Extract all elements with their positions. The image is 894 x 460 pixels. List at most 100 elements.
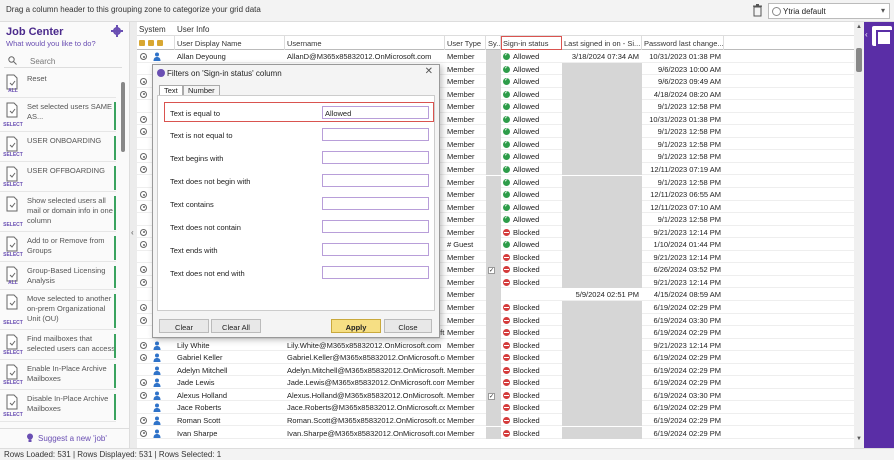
filter-input[interactable] (322, 197, 429, 210)
table-row[interactable]: Lily White Lily.White@M365x85832012.OnMic… (137, 338, 854, 352)
clear-all-button[interactable]: Clear All (211, 319, 261, 333)
sy-cell (486, 75, 501, 88)
user-icon (153, 403, 161, 413)
job-item[interactable]: SELECT USER OFFBOARDING (0, 164, 116, 192)
sy-cell (486, 200, 501, 214)
password-change-cell: 6/19/2024 03:30 PM (653, 315, 721, 325)
user-type-cell: Member (447, 265, 475, 275)
table-row[interactable]: Alexus Holland Alexus.Holland@M365x858320… (137, 388, 854, 402)
filter-form: Text is equal to Allowed Text is not equal… (157, 95, 435, 311)
header-user-type[interactable]: User Type (445, 36, 486, 50)
table-row[interactable]: Roman Scott Roman.Scott@M365x85832012.OnM… (137, 413, 854, 427)
filter-input[interactable]: Allowed (322, 106, 429, 119)
grouping-zone[interactable]: Drag a column header to this grouping zo… (0, 0, 894, 22)
username-cell: Jace.Roberts@M365x85832012.OnMicrosoft.c… (287, 403, 445, 413)
signin-status-cell: Blocked (501, 414, 562, 427)
chevron-down-icon: ▾ (880, 6, 885, 15)
tab-number[interactable]: Number (183, 85, 220, 95)
header-username[interactable]: Username (285, 36, 445, 50)
job-item[interactable]: SELECT Show selected users all mail or do… (0, 194, 116, 232)
header-sy[interactable]: Sy... (486, 36, 501, 50)
close-button[interactable]: Close (384, 319, 432, 333)
sy-cell: ✓ (486, 388, 501, 402)
close-icon[interactable]: ✕ (425, 66, 433, 77)
filter-input[interactable] (322, 220, 429, 233)
header-password-change[interactable]: Password last change... (642, 36, 724, 50)
display-name-cell: Adelyn Mitchell (177, 365, 228, 375)
last-signed-cell (562, 426, 642, 439)
collapse-panel-handle[interactable]: ‹ (130, 22, 137, 448)
table-row[interactable]: Ivan Sharpe Ivan.Sharpe@M365x85832012.OnM… (137, 426, 854, 439)
user-type-cell: Member (447, 227, 475, 237)
suggest-job-label: Suggest a new 'job' (38, 434, 107, 443)
job-item[interactable]: SELECT Move selected to another on-prem O… (0, 292, 116, 330)
table-row[interactable]: Allan Deyoung AllanD@M365x85832012.OnMicr… (137, 50, 854, 63)
job-doc-icon (6, 166, 18, 182)
last-signed-cell (562, 388, 642, 402)
job-item[interactable]: ALL Group-Based Licensing Analysis (0, 264, 116, 290)
filter-input[interactable] (322, 266, 429, 279)
header-display-name[interactable]: User Display Name (175, 36, 285, 50)
gear-icon[interactable] (111, 25, 123, 37)
filter-input[interactable] (322, 243, 429, 256)
filter-input[interactable] (322, 151, 429, 164)
password-change-cell: 6/19/2024 02:29 PM (653, 353, 721, 363)
sy-checkbox[interactable]: ✓ (488, 392, 495, 400)
job-item[interactable]: ALL Reset (0, 72, 116, 98)
user-type-cell: Member (447, 365, 475, 375)
sy-checkbox[interactable]: ✓ (488, 267, 495, 275)
table-row[interactable]: Gabriel Keller Gabriel.Keller@M365x858320… (137, 351, 854, 364)
job-doc-icon (6, 102, 18, 118)
user-icon (153, 353, 161, 363)
search-placeholder: Search (30, 57, 56, 66)
apply-button[interactable]: Apply (331, 319, 381, 333)
trash-icon[interactable] (752, 4, 763, 17)
job-list-scrollbar[interactable] (121, 82, 125, 152)
tab-text[interactable]: Text (159, 85, 183, 95)
job-label: Find mailboxes that selected users can a… (27, 334, 115, 353)
table-row[interactable]: Adelyn Mitchell Adelyn.Mitchell@M365x8583… (137, 363, 854, 377)
job-item[interactable]: SELECT Find mailboxes that selected users… (0, 332, 116, 360)
grid-options-button[interactable] (872, 26, 892, 46)
job-label: Reset (27, 74, 47, 83)
job-item[interactable]: SELECT Enable In-Place Archive Mailboxes (0, 362, 116, 390)
job-tag: SELECT (3, 122, 23, 128)
last-signed-cell (562, 363, 642, 377)
filter-input[interactable] (322, 128, 429, 141)
job-tag: SELECT (3, 182, 23, 188)
table-row[interactable]: Jade Lewis Jade.Lewis@M365x85832012.OnMic… (137, 376, 854, 389)
user-type-cell: Member (447, 77, 475, 87)
grid-vertical-scrollbar[interactable]: ▲ ▼ (854, 22, 864, 448)
profile-dropdown[interactable]: Ytria default ▾ (768, 3, 890, 19)
signin-status-text: Blocked (513, 265, 540, 275)
signin-status-cell: Allowed (501, 125, 562, 138)
job-item[interactable]: SELECT Set selected users SAME AS... (0, 100, 116, 132)
job-item[interactable]: SELECT USER ONBOARDING (0, 134, 116, 162)
password-change-cell: 10/31/2023 01:38 PM (649, 52, 721, 61)
signin-status-text: Blocked (513, 227, 540, 237)
header-last-signed[interactable]: Last signed in on - Si... (562, 36, 642, 50)
job-item[interactable]: SELECT Add to or Remove from Groups (0, 234, 116, 262)
scroll-down-icon[interactable]: ▼ (856, 436, 862, 442)
signin-status-text: Allowed (513, 139, 540, 149)
job-label: Group-Based Licensing Analysis (27, 266, 106, 285)
allowed-status-icon (503, 202, 510, 211)
last-signed-cell (562, 162, 642, 176)
password-change-cell: 6/26/2024 03:52 PM (653, 265, 721, 275)
password-change-cell: 10/31/2023 01:38 PM (649, 114, 721, 124)
scrollbar-thumb[interactable] (856, 48, 862, 72)
user-icon (153, 341, 161, 350)
blocked-status-icon (503, 366, 510, 374)
filter-input[interactable] (322, 174, 429, 187)
job-doc-icon (6, 196, 18, 212)
clear-button[interactable]: Clear (159, 319, 209, 333)
job-search-input[interactable]: Search (4, 54, 122, 68)
blocked-status-icon (503, 341, 510, 349)
group-header-system: System (139, 25, 166, 34)
scroll-up-icon[interactable]: ▲ (856, 24, 862, 30)
job-item[interactable]: SELECT Disable In-Place Archive Mailboxes (0, 392, 116, 422)
sy-cell (486, 87, 501, 101)
suggest-job-link[interactable]: Suggest a new 'job' (0, 428, 130, 446)
header-system-locks[interactable] (137, 36, 175, 50)
table-row[interactable]: Jace Roberts Jace.Roberts@M365x85832012.O… (137, 401, 854, 414)
